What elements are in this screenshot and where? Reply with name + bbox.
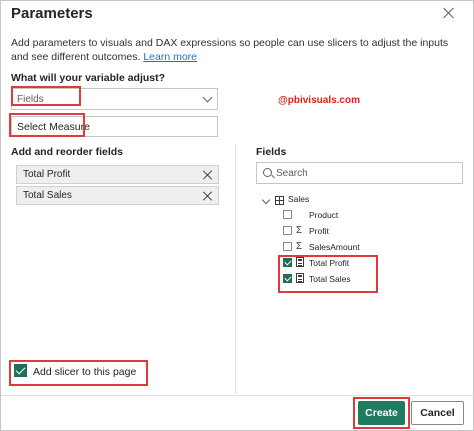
description-text: Add parameters to visuals and DAX expres… bbox=[11, 37, 449, 63]
search-placeholder: Search bbox=[276, 168, 308, 179]
remove-field-icon[interactable] bbox=[202, 190, 214, 202]
tree-field-profit[interactable]: Σ Profit bbox=[283, 226, 403, 242]
table-name: Sales bbox=[288, 194, 310, 204]
footer-divider bbox=[1, 395, 474, 396]
parameter-name-input[interactable]: Select Measure bbox=[11, 116, 218, 137]
field-checkbox[interactable] bbox=[283, 274, 292, 283]
cancel-button[interactable]: Cancel bbox=[411, 401, 464, 425]
dialog-title: Parameters bbox=[11, 5, 93, 22]
field-checkbox[interactable] bbox=[283, 226, 292, 235]
search-icon bbox=[263, 168, 272, 177]
field-label: Total Sales bbox=[309, 274, 351, 284]
selected-field-chip[interactable]: Total Profit bbox=[16, 165, 219, 184]
chevron-down-icon[interactable] bbox=[261, 195, 271, 205]
field-label: Total Profit bbox=[309, 258, 350, 268]
selected-fields-list: Total Profit Total Sales bbox=[11, 159, 219, 351]
watermark-text: @pbivisuals.com bbox=[278, 95, 360, 106]
tree-field-total-sales[interactable]: Total Sales bbox=[283, 273, 403, 290]
parameters-dialog: Parameters Add parameters to visuals and… bbox=[0, 0, 474, 431]
calculator-icon bbox=[296, 273, 304, 283]
learn-more-link[interactable]: Learn more bbox=[143, 51, 197, 63]
fields-label: Fields bbox=[256, 146, 287, 158]
tree-field-salesamount[interactable]: Σ SalesAmount bbox=[283, 242, 403, 258]
panel-divider bbox=[235, 144, 236, 394]
variable-question-label: What will your variable adjust? bbox=[11, 72, 166, 84]
selected-field-chip[interactable]: Total Sales bbox=[16, 186, 219, 205]
fields-search-input[interactable]: Search bbox=[256, 162, 463, 184]
tree-field-total-profit[interactable]: Total Profit bbox=[283, 257, 403, 274]
close-icon[interactable] bbox=[442, 6, 456, 20]
field-label: Product bbox=[309, 210, 339, 220]
dialog-description: Add parameters to visuals and DAX expres… bbox=[11, 36, 463, 64]
field-label: Profit bbox=[309, 226, 329, 236]
field-checkbox[interactable] bbox=[283, 242, 292, 251]
selected-field-label: Total Sales bbox=[23, 190, 72, 201]
field-checkbox[interactable] bbox=[283, 210, 292, 219]
variable-type-value: Fields bbox=[17, 94, 44, 105]
calculator-icon bbox=[296, 257, 304, 267]
variable-type-dropdown[interactable]: Fields bbox=[11, 88, 218, 110]
add-slicer-label: Add slicer to this page bbox=[33, 366, 137, 378]
add-reorder-label: Add and reorder fields bbox=[11, 146, 124, 158]
tree-field-product[interactable]: Product bbox=[283, 210, 403, 226]
field-checkbox[interactable] bbox=[283, 258, 292, 267]
tree-table-sales[interactable]: Sales bbox=[261, 194, 383, 210]
parameter-name-value: Select Measure bbox=[17, 121, 90, 133]
add-slicer-checkbox[interactable] bbox=[14, 364, 27, 377]
selected-field-label: Total Profit bbox=[23, 169, 71, 180]
remove-field-icon[interactable] bbox=[202, 169, 214, 181]
create-button[interactable]: Create bbox=[358, 401, 405, 425]
field-label: SalesAmount bbox=[309, 242, 360, 252]
sigma-icon: Σ bbox=[296, 225, 303, 236]
chevron-down-icon bbox=[202, 92, 213, 103]
table-icon bbox=[275, 196, 284, 205]
sigma-icon: Σ bbox=[296, 241, 303, 252]
